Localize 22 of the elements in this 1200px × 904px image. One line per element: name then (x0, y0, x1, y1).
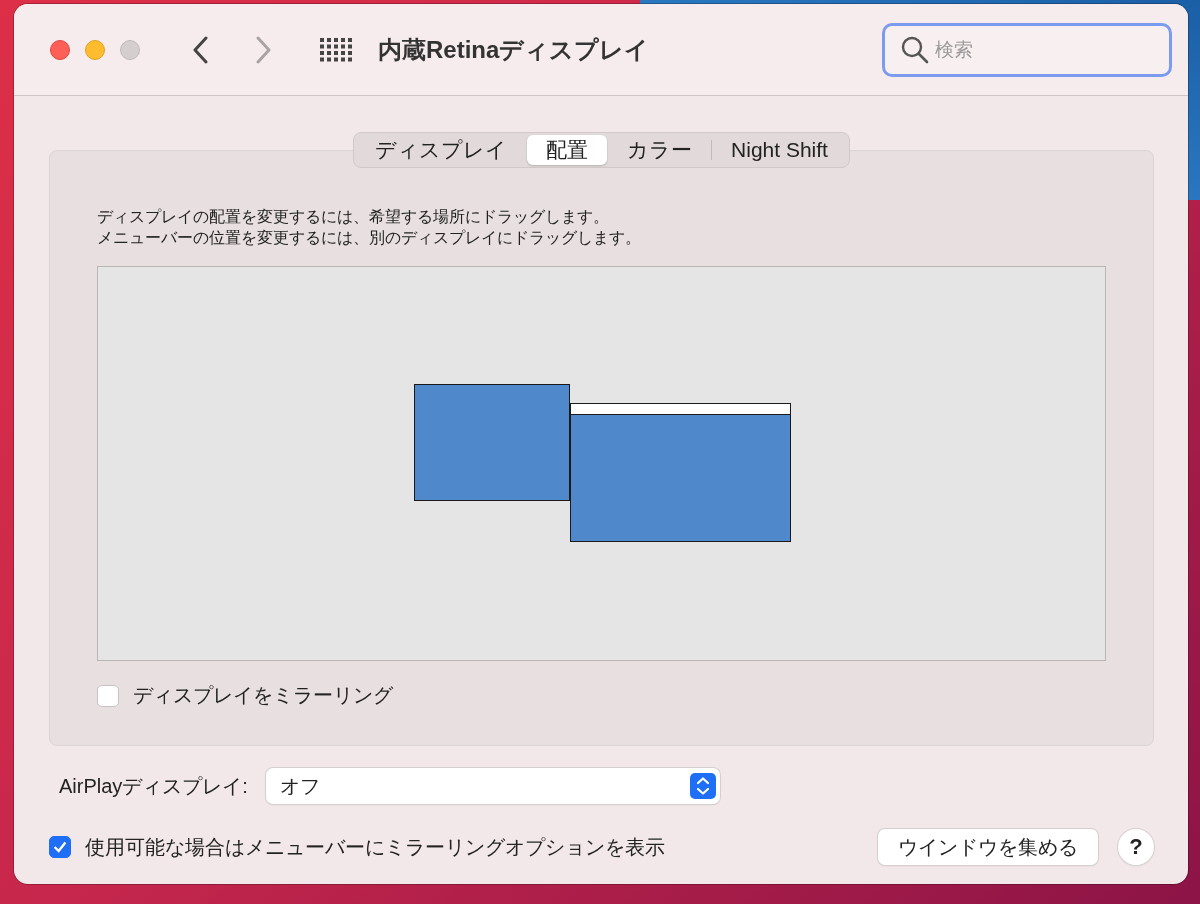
airplay-dropdown[interactable]: オフ (265, 768, 720, 804)
tab[interactable]: ディスプレイ (356, 135, 527, 165)
search-icon (901, 35, 929, 64)
instruction-text: ディスプレイの配置を変更するには、希望する場所にドラッグします。 (97, 207, 610, 227)
grid-icon[interactable] (320, 37, 352, 62)
instruction-text: メニューバーの位置を変更するには、別のディスプレイにドラッグします。 (97, 228, 642, 248)
tab[interactable]: 配置 (527, 135, 608, 165)
stepper-icon (689, 773, 716, 799)
checkbox-label: ディスプレイをミラーリング (133, 683, 393, 708)
airplay-label: AirPlayディスプレイ: (59, 773, 248, 799)
back-icon[interactable] (192, 35, 208, 64)
display-screen[interactable] (570, 403, 791, 542)
checkbox-label: 使用可能な場合はメニューバーにミラーリングオプションを表示 (85, 834, 665, 860)
tab[interactable]: カラー (608, 135, 712, 165)
window-title: 内蔵Retinaディスプレイ (378, 34, 650, 65)
checkbox[interactable] (49, 836, 71, 858)
menu-bar[interactable] (571, 404, 790, 415)
checkbox[interactable] (97, 684, 119, 707)
close-button[interactable] (50, 39, 70, 60)
gather-windows-button[interactable]: ウインドウを集める (878, 829, 1098, 865)
tab[interactable]: Night Shift (712, 135, 847, 165)
help-button[interactable]: ? (1118, 829, 1154, 865)
